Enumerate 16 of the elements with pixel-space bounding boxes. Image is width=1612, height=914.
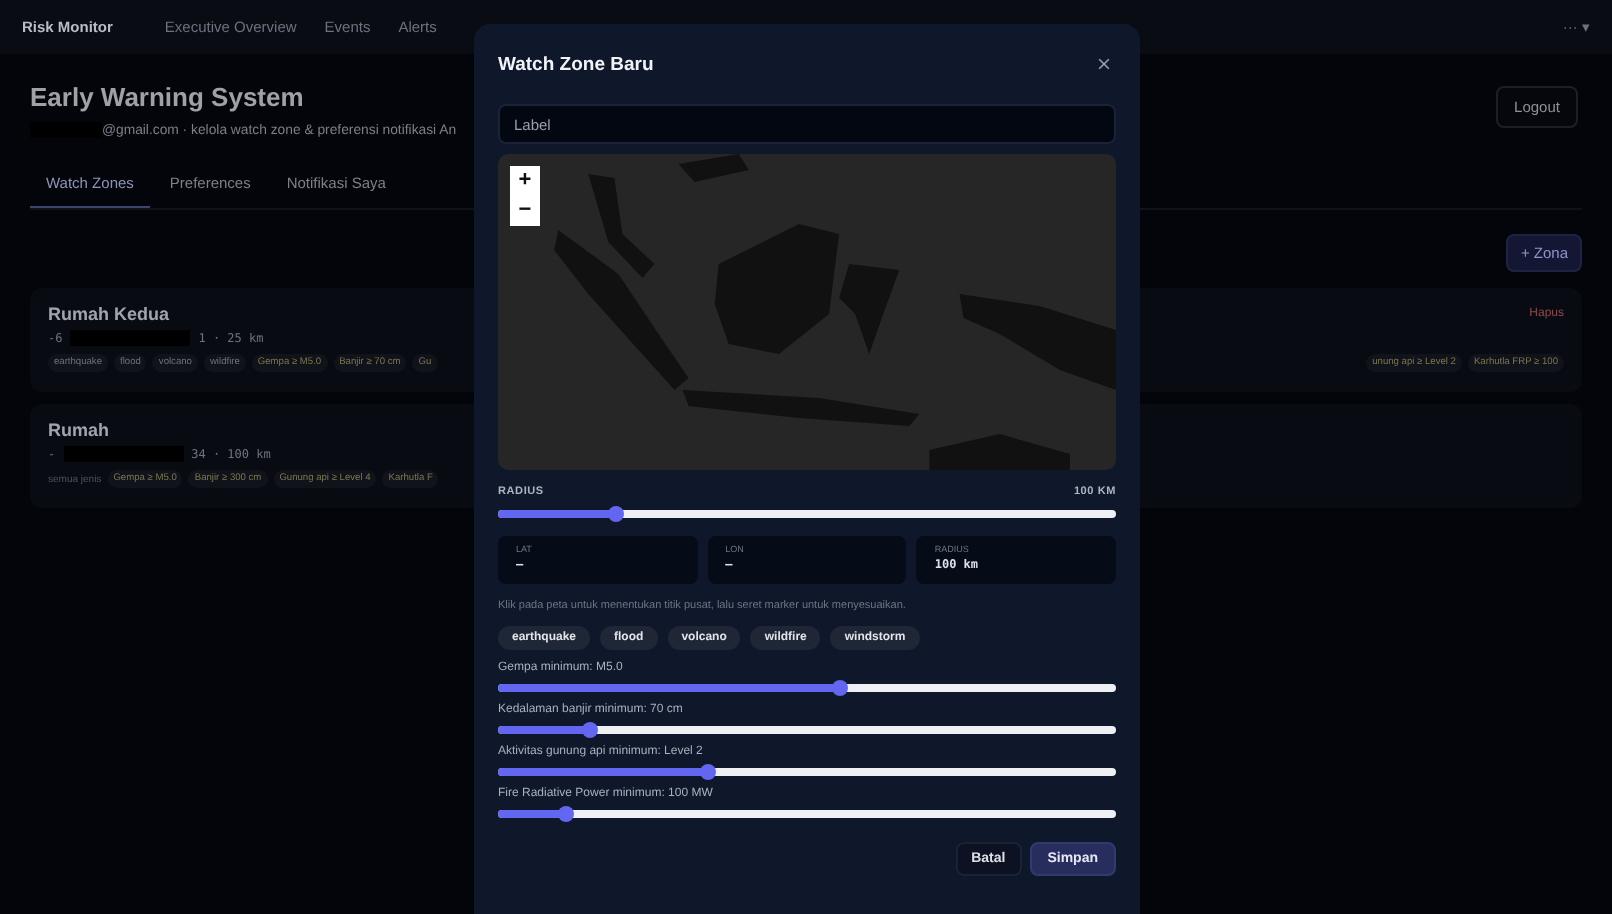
slider-thumb[interactable] [557,806,574,822]
zone-name: Rumah [48,420,110,440]
threshold-slider[interactable] [498,768,1116,776]
threshold-slider[interactable] [498,810,1116,818]
map-view[interactable]: + − [498,154,1116,470]
close-icon[interactable] [1098,58,1110,70]
slider-thumb[interactable] [582,722,599,738]
slider-thumb[interactable] [832,680,849,696]
slider-thumb[interactable] [607,506,624,522]
radius-slider[interactable] [498,510,1116,518]
modal-title: Watch Zone Baru [498,53,654,75]
page-title: Early Warning System [30,82,306,112]
zone-name: Rumah Kedua [48,304,170,324]
slider-thumb[interactable] [700,764,717,780]
threshold-slider[interactable] [498,684,1116,692]
threshold-slider[interactable] [498,726,1116,734]
